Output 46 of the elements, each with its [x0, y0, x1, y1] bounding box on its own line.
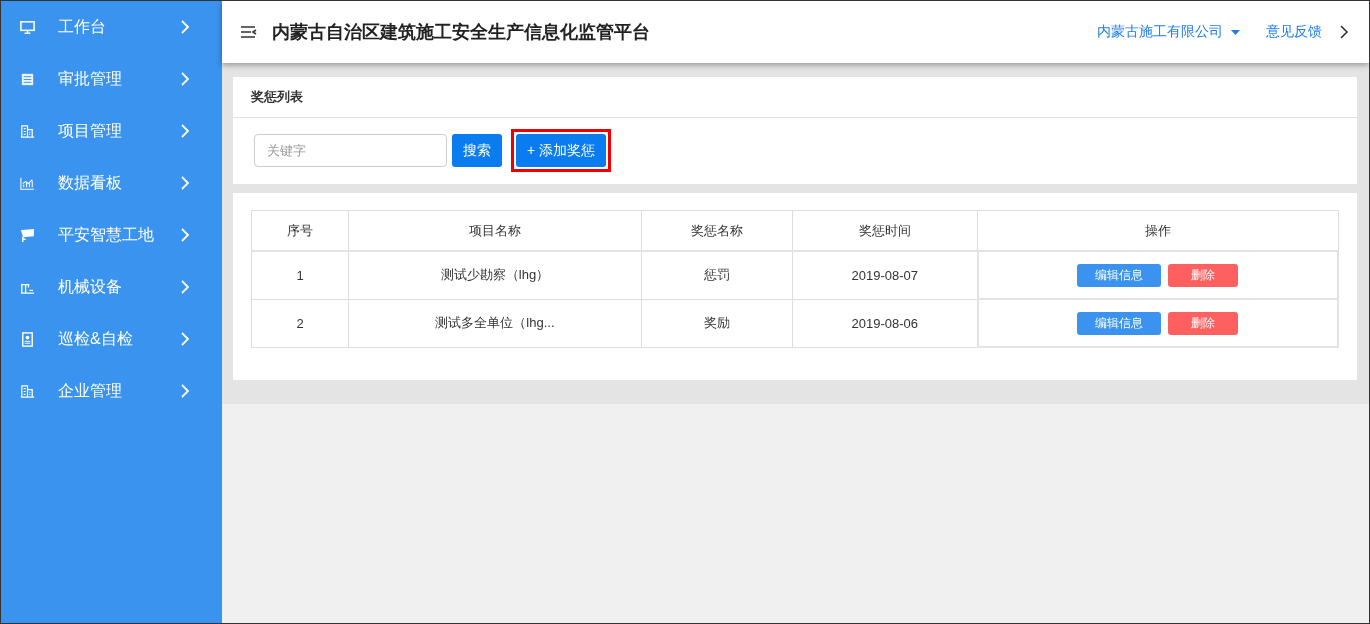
badge-icon: [19, 330, 36, 348]
building-icon: [19, 122, 36, 140]
add-button[interactable]: + 添加奖惩: [516, 134, 607, 167]
column-header: 操作: [977, 210, 1338, 251]
chevron-right-icon: [181, 176, 190, 190]
search-button[interactable]: 搜索: [452, 134, 502, 167]
sidebar-item[interactable]: 企业管理: [1, 365, 222, 417]
chevron-right-icon: [181, 72, 190, 86]
chevron-right-icon: [181, 20, 190, 34]
table-cell: 2: [251, 299, 349, 347]
keyword-input-field[interactable]: 关键字: [254, 134, 447, 167]
caret-icon: [1231, 29, 1240, 35]
table-cell: 测试多全单位（lhg...: [348, 299, 642, 347]
edit-button[interactable]: 编辑信息: [1077, 263, 1162, 287]
column-header: 奖惩时间: [792, 210, 978, 251]
table-cell: 1: [251, 251, 349, 299]
menu-icon[interactable]: [240, 25, 258, 39]
column-header: 项目名称: [348, 210, 642, 251]
company-dropdown[interactable]: 内蒙古施工有限公司: [1097, 23, 1240, 41]
chevron-right-icon: [181, 384, 190, 398]
sidebar-item[interactable]: 平安智慧工地: [1, 209, 222, 261]
camera-icon: [19, 226, 36, 244]
chevron-right-icon: [181, 228, 190, 242]
chevron-right-icon[interactable]: [1340, 25, 1349, 39]
sidebar-item[interactable]: 项目管理: [1, 105, 222, 157]
sidebar-item[interactable]: 审批管理: [1, 53, 222, 105]
feedback-link[interactable]: 意见反馈: [1266, 23, 1322, 41]
table-cell: 测试少勘察（lhg）: [348, 251, 642, 299]
sidebar-item[interactable]: 数据看板: [1, 157, 222, 209]
building-icon: [19, 382, 36, 400]
platform-title: 内蒙古自治区建筑施工安全生产信息化监管平台: [272, 21, 651, 44]
sidebar-item[interactable]: 机械设备: [1, 261, 222, 313]
chevron-right-icon: [181, 280, 190, 294]
sidebar-item[interactable]: 巡检&自检: [1, 313, 222, 365]
delete-button[interactable]: 删除: [1168, 311, 1239, 335]
edit-button[interactable]: 编辑信息: [1077, 311, 1162, 335]
chevron-right-icon: [181, 332, 190, 346]
monitor-icon: [19, 18, 36, 36]
column-header: 序号: [251, 210, 349, 251]
chevron-right-icon: [181, 124, 190, 138]
delete-button[interactable]: 删除: [1168, 263, 1239, 287]
table-cell: 惩罚: [641, 251, 793, 299]
sidebar-item[interactable]: 工作台: [1, 1, 222, 53]
table-cell: 奖励: [641, 299, 793, 347]
panel-title: 奖惩列表: [233, 77, 1357, 118]
column-header: 奖惩名称: [641, 210, 793, 251]
